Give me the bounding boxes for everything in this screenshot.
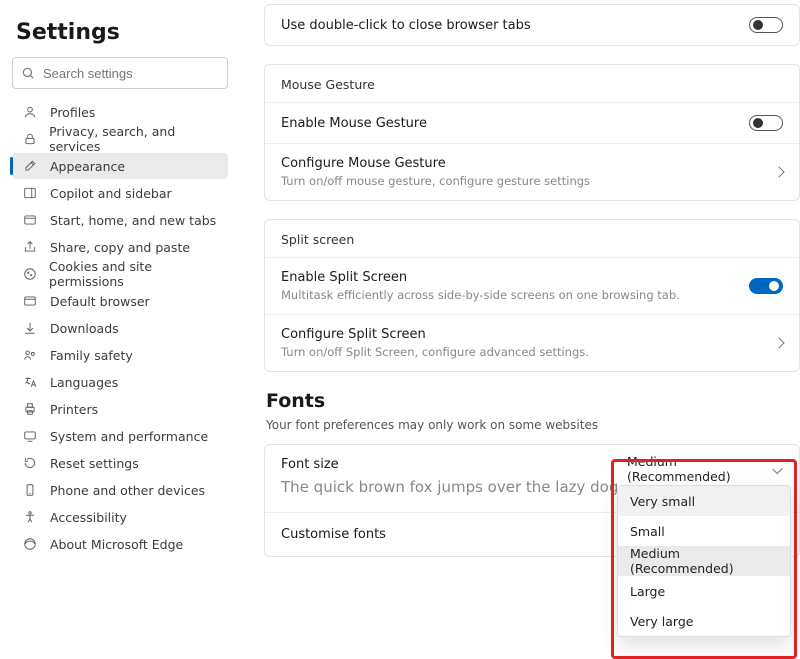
row-label: Use double-click to close browser tabs: [281, 18, 531, 33]
sidebar-item-label: Reset settings: [50, 456, 139, 471]
paintbrush-icon: [22, 158, 38, 174]
row-label: Enable Mouse Gesture: [281, 116, 427, 131]
browser-icon: [22, 293, 38, 309]
row-desc: Multitask efficiently across side-by-sid…: [281, 288, 680, 302]
mouse-gesture-card: Mouse Gesture Enable Mouse Gesture Confi…: [264, 64, 800, 201]
double-click-card: Use double-click to close browser tabs: [264, 4, 800, 46]
font-size-dropdown: Medium (Recommended) Very small Small Me…: [617, 455, 791, 637]
row-label: Configure Split Screen: [281, 327, 589, 342]
sidebar-item-start[interactable]: Start, home, and new tabs: [12, 207, 228, 233]
main-content: Use double-click to close browser tabs M…: [240, 0, 800, 630]
profile-icon: [22, 104, 38, 120]
sidebar-item-family[interactable]: Family safety: [12, 342, 228, 368]
sidebar-item-label: Languages: [50, 375, 118, 390]
sidebar-item-label: Default browser: [50, 294, 150, 309]
chevron-right-icon: [773, 337, 784, 348]
sidebar-item-appearance[interactable]: Appearance: [12, 153, 228, 179]
tab-icon: [22, 212, 38, 228]
configure-mouse-gesture-row[interactable]: Configure Mouse Gesture Turn on/off mous…: [265, 143, 799, 200]
configure-split-screen-row[interactable]: Configure Split Screen Turn on/off Split…: [265, 314, 799, 371]
toggle-off[interactable]: [749, 115, 783, 131]
sidebar-item-label: Downloads: [50, 321, 119, 336]
sidebar-item-cookies[interactable]: Cookies and site permissions: [12, 261, 228, 287]
sidebar-item-label: System and performance: [50, 429, 208, 444]
dropdown-button[interactable]: Medium (Recommended): [617, 455, 791, 483]
dropdown-item-very-small[interactable]: Very small: [618, 486, 790, 516]
sidebar-item-label: Share, copy and paste: [50, 240, 190, 255]
cookies-icon: [22, 266, 37, 282]
sidebar-item-copilot[interactable]: Copilot and sidebar: [12, 180, 228, 206]
split-screen-card: Split screen Enable Split Screen Multita…: [264, 219, 800, 372]
accessibility-icon: [22, 509, 38, 525]
sidebar-item-downloads[interactable]: Downloads: [12, 315, 228, 341]
dropdown-item-large[interactable]: Large: [618, 576, 790, 606]
lock-icon: [22, 131, 37, 147]
chevron-right-icon: [773, 166, 784, 177]
edge-icon: [22, 536, 38, 552]
sidebar-item-label: Start, home, and new tabs: [50, 213, 216, 228]
sidebar-item-label: Appearance: [50, 159, 125, 174]
sidebar-item-share[interactable]: Share, copy and paste: [12, 234, 228, 260]
sidebar-item-label: Printers: [50, 402, 98, 417]
printer-icon: [22, 401, 38, 417]
sidebar-item-about[interactable]: About Microsoft Edge: [12, 531, 228, 557]
language-icon: [22, 374, 38, 390]
sidebar-item-printers[interactable]: Printers: [12, 396, 228, 422]
dropdown-item-very-large[interactable]: Very large: [618, 606, 790, 636]
section-header: Mouse Gesture: [265, 65, 799, 102]
sidebar-item-accessibility[interactable]: Accessibility: [12, 504, 228, 530]
fonts-subtext: Your font preferences may only work on s…: [266, 418, 800, 432]
fonts-card: Font size The quick brown fox jumps over…: [264, 444, 800, 557]
page-title: Settings: [16, 20, 228, 45]
system-icon: [22, 428, 38, 444]
sidebar-item-label: Profiles: [50, 105, 95, 120]
row-desc: Turn on/off Split Screen, configure adva…: [281, 345, 589, 359]
sidebar-item-profiles[interactable]: Profiles: [12, 99, 228, 125]
sidebar-item-privacy[interactable]: Privacy, search, and services: [12, 126, 228, 152]
sidebar-item-label: Copilot and sidebar: [50, 186, 172, 201]
fonts-heading: Fonts: [266, 390, 800, 412]
chevron-down-icon: [772, 464, 783, 475]
phone-icon: [22, 482, 38, 498]
family-icon: [22, 347, 38, 363]
double-click-row[interactable]: Use double-click to close browser tabs: [265, 5, 799, 45]
sidebar-item-label: Cookies and site permissions: [49, 259, 220, 289]
sidebar-nav: Profiles Privacy, search, and services A…: [12, 99, 228, 557]
sidebar-item-default-browser[interactable]: Default browser: [12, 288, 228, 314]
toggle-off[interactable]: [749, 17, 783, 33]
dropdown-item-small[interactable]: Small: [618, 516, 790, 546]
sidebar-item-phone[interactable]: Phone and other devices: [12, 477, 228, 503]
sidebar-item-label: Privacy, search, and services: [49, 124, 220, 154]
sidebar-item-label: About Microsoft Edge: [50, 537, 183, 552]
sidebar-item-languages[interactable]: Languages: [12, 369, 228, 395]
enable-split-screen-row[interactable]: Enable Split Screen Multitask efficientl…: [265, 257, 799, 314]
search-icon: [21, 66, 35, 80]
sidebar-item-label: Phone and other devices: [50, 483, 205, 498]
row-label: Configure Mouse Gesture: [281, 156, 590, 171]
share-icon: [22, 239, 38, 255]
enable-mouse-gesture-row[interactable]: Enable Mouse Gesture: [265, 102, 799, 143]
row-label: Customise fonts: [281, 527, 386, 542]
sidebar-item-reset[interactable]: Reset settings: [12, 450, 228, 476]
dropdown-value: Medium (Recommended): [627, 454, 766, 484]
row-label: Enable Split Screen: [281, 270, 680, 285]
panel-icon: [22, 185, 38, 201]
reset-icon: [22, 455, 38, 471]
row-desc: Turn on/off mouse gesture, configure ges…: [281, 174, 590, 188]
dropdown-menu: Very small Small Medium (Recommended) La…: [617, 485, 791, 637]
font-size-row[interactable]: Font size The quick brown fox jumps over…: [265, 445, 799, 512]
download-icon: [22, 320, 38, 336]
toggle-on[interactable]: [749, 278, 783, 294]
sidebar-item-system[interactable]: System and performance: [12, 423, 228, 449]
search-input[interactable]: [41, 65, 219, 82]
search-box[interactable]: [12, 57, 228, 89]
dropdown-item-medium[interactable]: Medium (Recommended): [618, 546, 790, 576]
sidebar: Settings Profiles Privacy, search, and s…: [0, 0, 240, 630]
section-header: Split screen: [265, 220, 799, 257]
sidebar-item-label: Family safety: [50, 348, 133, 363]
sidebar-item-label: Accessibility: [50, 510, 127, 525]
